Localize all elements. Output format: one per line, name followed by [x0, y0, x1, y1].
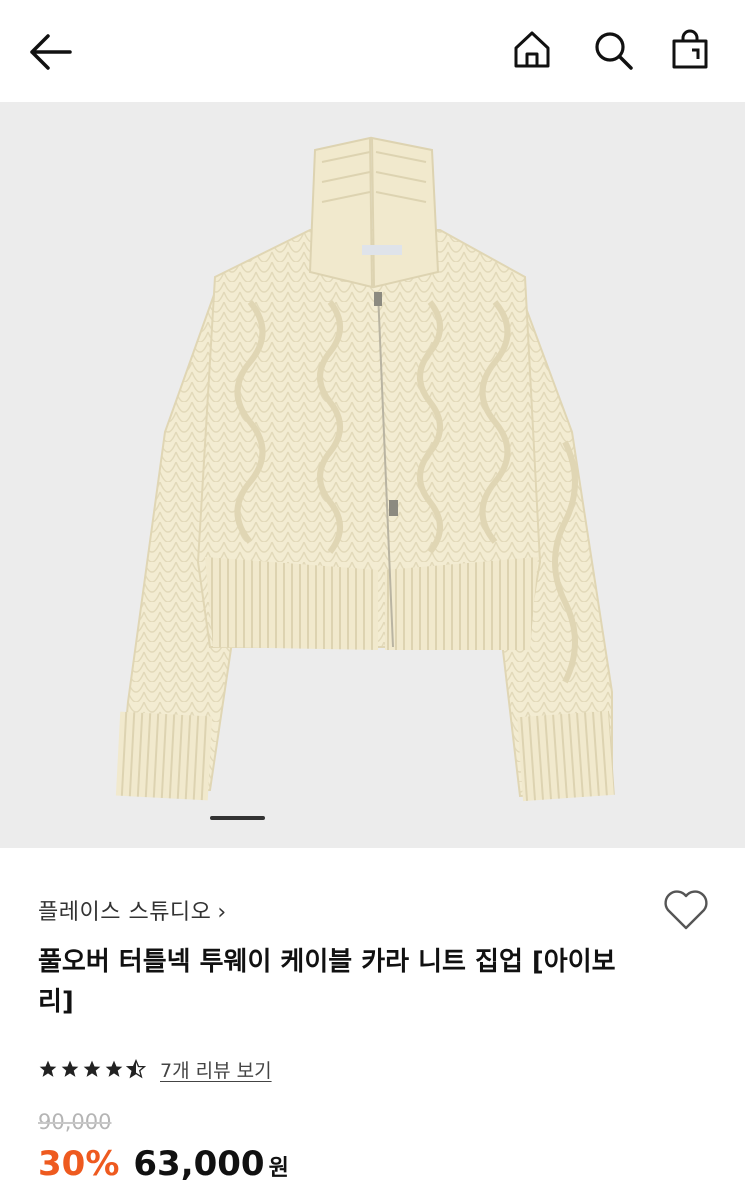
product-info: 플레이스 스튜디오 › 풀오버 터틀넥 투웨이 케이블 카라 니트 집업 [아이보… [0, 848, 745, 1200]
home-icon[interactable] [510, 28, 554, 72]
star-rating [38, 1059, 146, 1079]
brand-name: 플레이스 스튜디오 [38, 900, 212, 925]
price-row: 30% 63,000 원 [38, 1144, 289, 1184]
currency-label: 원 [268, 1156, 289, 1181]
arrow-left-icon[interactable] [26, 30, 74, 74]
shopping-bag-icon[interactable] [668, 28, 712, 72]
product-title: 풀오버 터틀넥 투웨이 케이블 카라 니트 집업 [아이보리] [38, 947, 616, 1017]
heart-icon[interactable] [662, 886, 710, 932]
product-image [115, 136, 615, 802]
star-icon [61, 1060, 79, 1077]
review-link[interactable]: 7개 리뷰 보기 [160, 1056, 272, 1083]
half-star-icon [126, 1059, 146, 1079]
product-image-gallery[interactable] [0, 102, 745, 848]
gallery-indicator [210, 816, 265, 820]
star-icon [39, 1060, 57, 1077]
search-icon[interactable] [591, 28, 635, 72]
chevron-right-icon: › [217, 900, 227, 925]
star-icon [83, 1060, 101, 1077]
top-navigation-bar [0, 0, 745, 102]
brand-link[interactable]: 플레이스 스튜디오 › [38, 894, 227, 926]
sale-price: 63,000 [133, 1144, 265, 1184]
discount-rate: 30% [38, 1144, 120, 1184]
original-price: 90,000 [38, 1110, 112, 1134]
rating-row: 7개 리뷰 보기 [38, 1054, 272, 1084]
star-icon [105, 1060, 123, 1077]
